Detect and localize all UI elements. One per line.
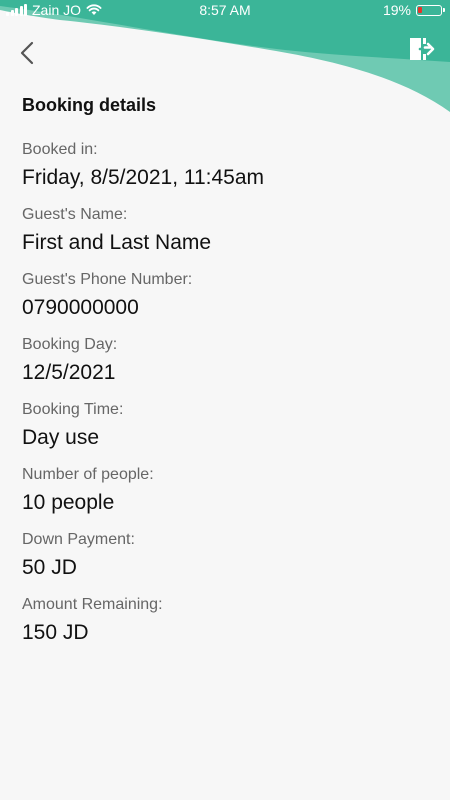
battery-icon bbox=[416, 4, 445, 16]
field-label: Guest's Name: bbox=[22, 206, 128, 223]
field-label: Booking Time: bbox=[22, 401, 124, 418]
field-label: Booking Day: bbox=[22, 336, 118, 353]
page-title: Booking details bbox=[22, 95, 157, 115]
field-guest-name: Guest's Name: First and Last Name bbox=[22, 205, 428, 256]
field-value: Friday, 8/5/2021, 11:45am bbox=[22, 166, 265, 189]
field-booking-time: Booking Time: Day use bbox=[22, 400, 428, 451]
field-value: 12/5/2021 bbox=[22, 361, 116, 384]
field-amount-remaining: Amount Remaining: 150 JD bbox=[22, 595, 428, 646]
field-down-payment: Down Payment: 50 JD bbox=[22, 530, 428, 581]
back-button[interactable] bbox=[14, 38, 42, 68]
battery-percent: 19% bbox=[382, 2, 411, 18]
battery-level-fill bbox=[418, 6, 422, 13]
field-guest-phone: Guest's Phone Number: 0790000000 bbox=[22, 270, 428, 321]
booking-details-content: Booking details Booked in: Friday, 8/5/2… bbox=[22, 94, 428, 660]
field-value: First and Last Name bbox=[22, 231, 212, 254]
field-label: Number of people: bbox=[22, 466, 154, 483]
status-right: 19% bbox=[382, 2, 445, 18]
field-value: 0790000000 bbox=[22, 296, 139, 319]
field-value: 10 people bbox=[22, 491, 115, 514]
logout-button[interactable] bbox=[408, 36, 436, 62]
field-value: 150 JD bbox=[22, 621, 89, 644]
field-label: Guest's Phone Number: bbox=[22, 271, 193, 288]
chevron-left-icon bbox=[20, 41, 34, 65]
field-booking-day: Booking Day: 12/5/2021 bbox=[22, 335, 428, 386]
field-label: Down Payment: bbox=[22, 531, 135, 548]
logout-icon bbox=[410, 38, 435, 60]
field-booked-in: Booked in: Friday, 8/5/2021, 11:45am bbox=[22, 140, 428, 191]
field-label: Booked in: bbox=[22, 141, 98, 158]
status-bar: Zain JO 8:57 AM 19% bbox=[0, 0, 450, 20]
field-value: 50 JD bbox=[22, 556, 77, 579]
field-value: Day use bbox=[22, 426, 100, 449]
field-number-of-people: Number of people: 10 people bbox=[22, 465, 428, 516]
field-label: Amount Remaining: bbox=[22, 596, 163, 613]
